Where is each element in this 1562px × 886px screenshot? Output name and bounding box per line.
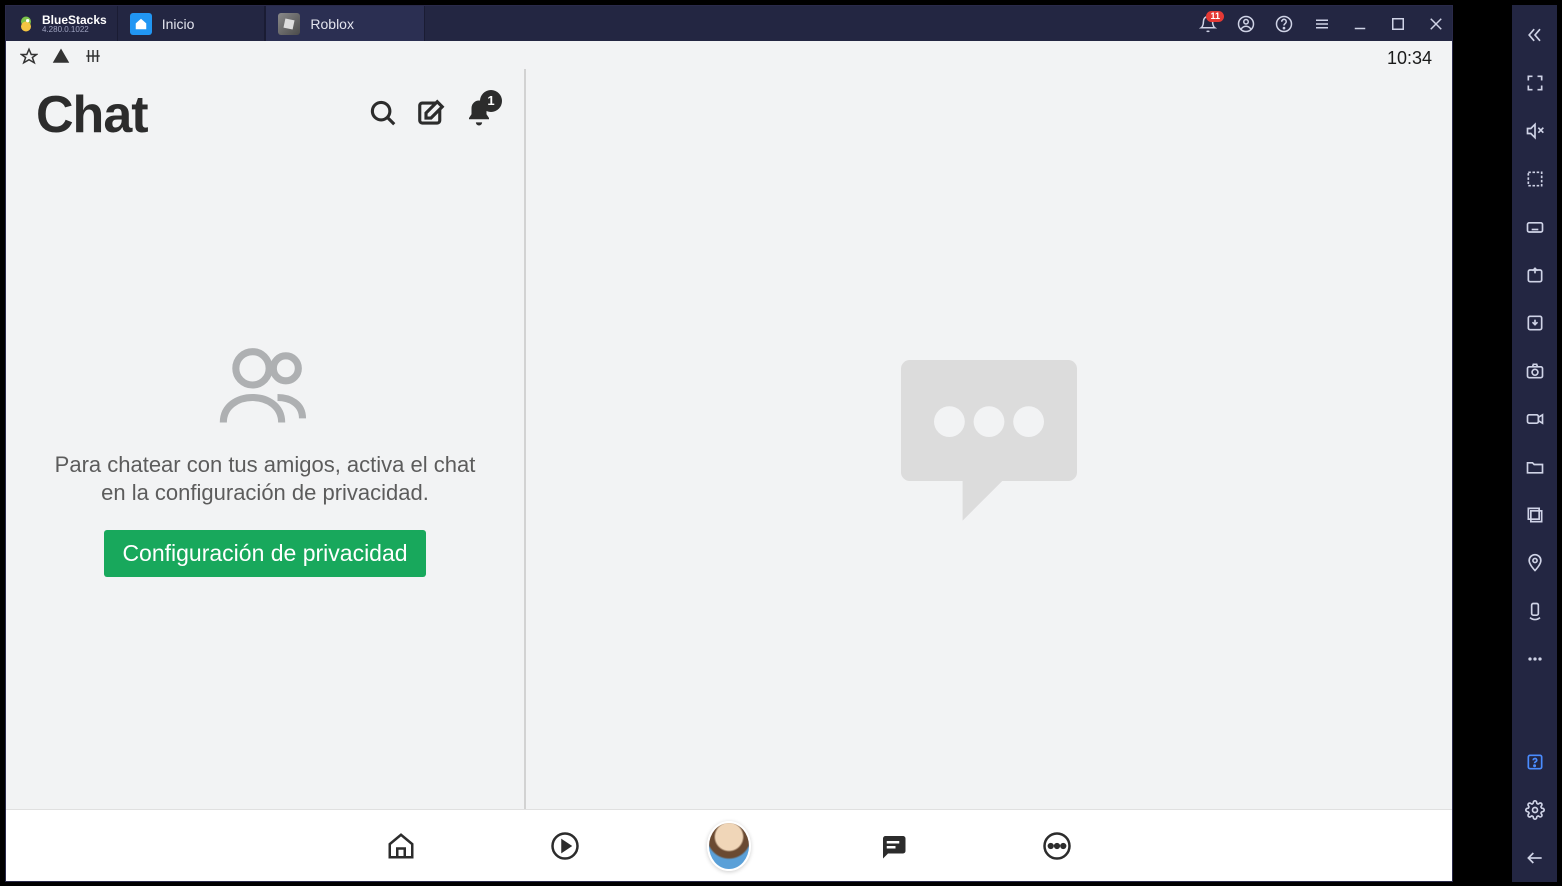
media-folder-button[interactable] [1512,443,1557,491]
help-toolbar-button[interactable] [1512,738,1557,786]
location-button[interactable] [1512,539,1557,587]
rotate-button[interactable] [1512,587,1557,635]
brand-name: BlueStacks [42,14,107,26]
sync-button[interactable] [1512,251,1557,299]
keyboard-controls-button[interactable] [1512,203,1557,251]
bluestacks-side-toolbar [1512,5,1557,882]
warning-icon [52,47,70,70]
home-tab-icon [130,13,152,35]
status-icon-1 [20,47,38,70]
collapse-sidebar-button[interactable] [1512,11,1557,59]
chat-list-pane: Chat 1 [6,69,526,809]
search-button[interactable] [368,98,398,133]
nav-chat-button[interactable] [871,824,915,868]
privacy-settings-button[interactable]: Configuración de privacidad [104,530,425,577]
multi-instance-button[interactable] [1512,491,1557,539]
nav-avatar-button[interactable] [707,824,751,868]
compose-button[interactable] [416,98,446,133]
nav-discover-button[interactable] [543,824,587,868]
roblox-tab-icon [278,13,300,35]
content-area: 10:34 Chat 1 [6,41,1452,881]
tab-inicio[interactable]: Inicio [117,6,266,41]
brand-block: BlueStacks 4.280.0.1022 [6,6,117,41]
account-button[interactable] [1236,14,1256,34]
app-frame: BlueStacks 4.280.0.1022 Inicio Roblox 1 [5,5,1453,882]
bottom-nav [6,809,1452,881]
android-status-bar: 10:34 [6,41,1452,69]
avatar-icon [707,821,751,871]
empty-message: Para chatear con tus amigos, activa el c… [45,451,485,506]
chat-header: Chat 1 [6,77,524,155]
maximize-button[interactable] [1388,14,1408,34]
brand-version: 4.280.0.1022 [42,26,107,34]
settings-toolbar-button[interactable] [1512,786,1557,834]
page-title: Chat [36,85,148,145]
main-split: Chat 1 [6,69,1452,809]
titlebar: BlueStacks 4.280.0.1022 Inicio Roblox 1 [6,6,1452,41]
more-tools-button[interactable] [1512,635,1557,683]
notifications-button[interactable]: 11 [1198,14,1218,34]
tab-roblox[interactable]: Roblox [265,6,425,41]
empty-chat-state: Para chatear con tus amigos, activa el c… [6,155,524,577]
nav-more-button[interactable] [1035,824,1079,868]
close-button[interactable] [1426,14,1446,34]
minimize-button[interactable] [1350,14,1370,34]
nav-home-button[interactable] [379,824,423,868]
speech-bubble-placeholder-icon [879,327,1099,552]
tab-strip: Inicio Roblox [117,6,425,41]
volume-button[interactable] [1512,107,1557,155]
notification-badge: 11 [1206,11,1224,22]
window-controls: 11 [1198,14,1446,34]
fullscreen-button[interactable] [1512,59,1557,107]
record-button[interactable] [1512,395,1557,443]
tab-label: Roblox [310,16,354,32]
help-button[interactable] [1274,14,1294,34]
install-apk-button[interactable] [1512,299,1557,347]
lock-cursor-button[interactable] [1512,155,1557,203]
chat-detail-pane [526,69,1452,809]
notifications-bell-button[interactable]: 1 [464,98,494,133]
status-icon-3 [84,47,102,70]
menu-button[interactable] [1312,14,1332,34]
bluestacks-logo-icon [16,14,36,34]
tab-label: Inicio [162,16,195,32]
people-icon [215,335,315,435]
android-back-button[interactable] [1512,834,1557,882]
screenshot-button[interactable] [1512,347,1557,395]
clock: 10:34 [1387,48,1438,69]
bell-badge: 1 [480,90,502,112]
